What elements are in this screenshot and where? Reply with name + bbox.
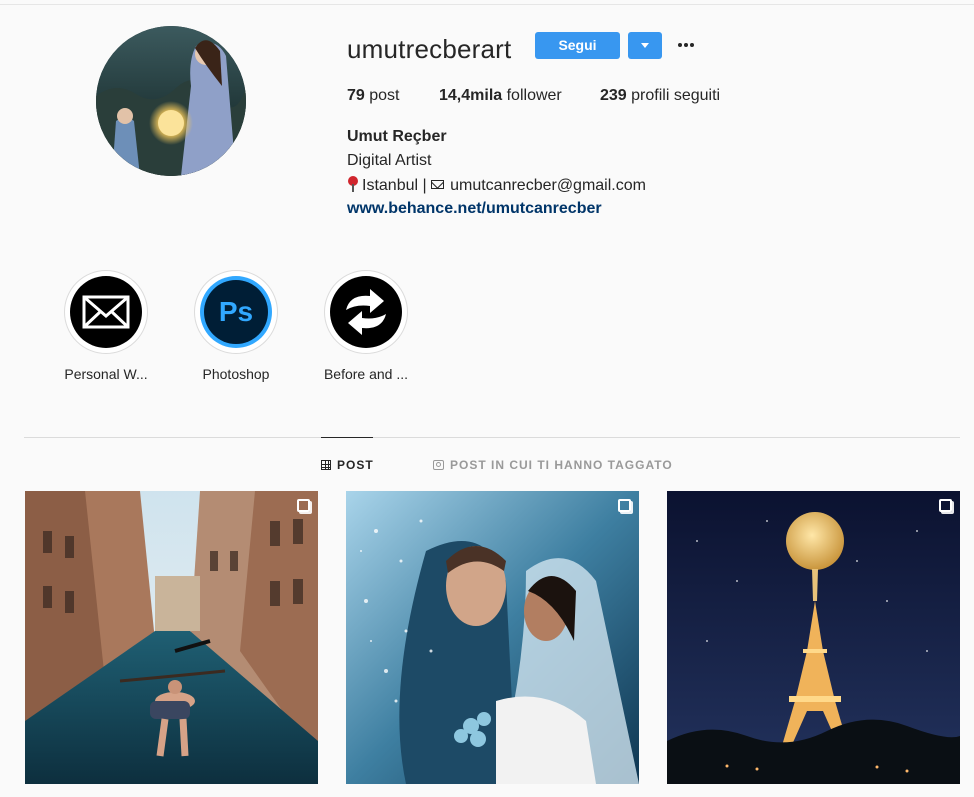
multiple-images-icon xyxy=(618,499,631,512)
profile-website-link[interactable]: www.behance.net/umutcanrecber xyxy=(347,200,602,218)
bio-line: Digital Artist xyxy=(347,152,432,169)
follow-button[interactable]: Segui xyxy=(535,32,620,59)
highlight-label: Before and ... xyxy=(323,366,409,382)
active-tab-indicator xyxy=(321,437,373,438)
tab-tagged-label: POST IN CUI TI HANNO TAGGATO xyxy=(450,458,673,472)
post-thumbnail[interactable] xyxy=(346,491,639,784)
profile-username: umutrecberart xyxy=(347,34,512,64)
ellipsis-icon xyxy=(678,43,682,47)
tab-tagged[interactable]: POST IN CUI TI HANNO TAGGATO xyxy=(433,458,673,472)
highlight-cover xyxy=(330,276,402,348)
envelope-icon xyxy=(431,180,445,189)
highlight-before-and-after[interactable]: Before and ... xyxy=(316,270,416,382)
highlight-label: Personal W... xyxy=(64,366,148,382)
followers-label: follower xyxy=(506,87,562,104)
post-thumbnail[interactable] xyxy=(25,491,318,784)
highlight-cover xyxy=(70,276,142,348)
tabs-divider xyxy=(24,437,960,438)
highlight-photoshop[interactable]: Ps Photoshop xyxy=(186,270,286,382)
posts-count: 79 xyxy=(347,87,365,104)
profile-avatar[interactable] xyxy=(96,26,246,176)
highlight-ring xyxy=(64,270,148,354)
post-image-venice xyxy=(25,491,318,784)
posts-label: post xyxy=(369,87,400,104)
post-image-eiffel xyxy=(667,491,960,784)
envelope-icon xyxy=(82,295,130,329)
tab-posts-label: POST xyxy=(337,458,374,472)
multiple-images-icon xyxy=(297,499,310,512)
multiple-images-icon xyxy=(939,499,952,512)
following-count: 239 xyxy=(600,87,627,104)
followers-stat[interactable]: 14,4mila follower xyxy=(439,87,562,105)
more-options-button[interactable] xyxy=(672,32,700,59)
grid-icon xyxy=(321,460,331,470)
profile-full-name: Umut Reçber xyxy=(347,128,447,145)
ellipsis-dot xyxy=(690,43,694,47)
highlight-cover: Ps xyxy=(200,276,272,348)
photoshop-icon-text: Ps xyxy=(219,296,253,327)
bio-location: Istanbul | xyxy=(362,177,427,194)
highlight-label: Photoshop xyxy=(202,366,270,382)
top-divider xyxy=(0,4,974,5)
photoshop-icon: Ps xyxy=(204,280,268,344)
following-label: profili seguiti xyxy=(631,87,721,104)
highlight-personal-work[interactable]: Personal W... xyxy=(56,270,156,382)
highlight-ring: Ps xyxy=(194,270,278,354)
bio-email: umutcanrecber@gmail.com xyxy=(450,177,646,194)
post-image-wedding xyxy=(346,491,639,784)
ellipsis-dot xyxy=(684,43,688,47)
tagged-user-icon xyxy=(433,460,444,470)
tab-posts[interactable]: POST xyxy=(321,458,374,472)
pin-icon xyxy=(347,176,359,192)
post-thumbnail[interactable] xyxy=(667,491,960,784)
bio-contact-line: Istanbul | umutcanrecber@gmail.com xyxy=(347,176,646,195)
following-stat[interactable]: 239 profili seguiti xyxy=(600,87,720,105)
highlight-ring xyxy=(324,270,408,354)
posts-stat: 79 post xyxy=(347,87,400,105)
followers-count: 14,4mila xyxy=(439,87,503,104)
follow-dropdown-button[interactable] xyxy=(628,32,662,59)
swap-arrows-icon xyxy=(332,278,400,346)
